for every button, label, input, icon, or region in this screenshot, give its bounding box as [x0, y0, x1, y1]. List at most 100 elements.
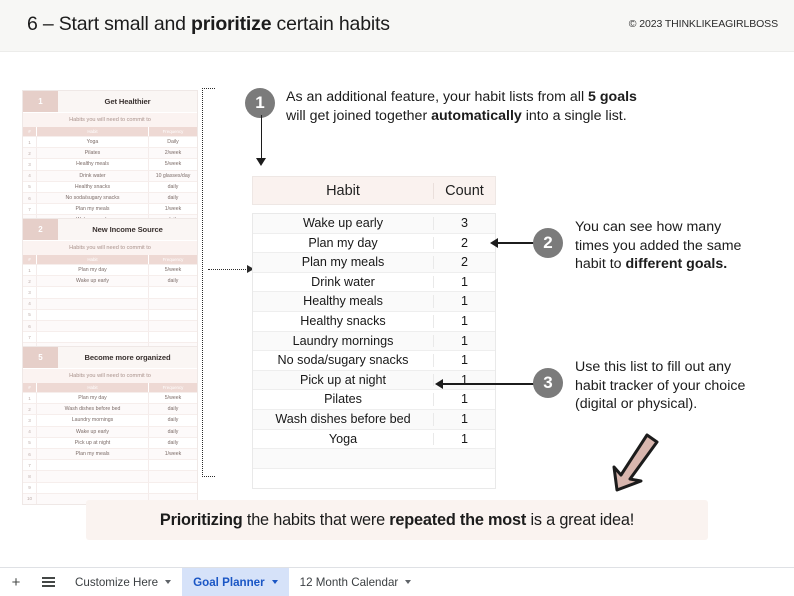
goal-habit-row[interactable]: 3 Laundry mornings daily [23, 414, 197, 426]
goal-habit-row[interactable]: 7 Plan my meals 1/week [23, 203, 197, 215]
chevron-down-icon[interactable] [271, 580, 278, 584]
goal-habit-row[interactable]: 4 Wake up early daily [23, 425, 197, 437]
goal-row-frequency: Daily [167, 139, 179, 146]
count-cell: 2 [460, 255, 468, 270]
annotation-1-line1-a: As an additional feature, your habit lis… [286, 89, 589, 105]
goal-row-habit: Plan my meals [37, 448, 149, 460]
goal-number-badge: 1 [23, 91, 58, 112]
goal-row-habit [37, 482, 149, 493]
goal-column-headers: # Habit Frequency [23, 383, 197, 392]
goal-title: Get Healthier [58, 91, 197, 112]
goal-habit-row[interactable]: 7 [23, 459, 197, 471]
annotation-2-line2: times you added the same [575, 237, 742, 254]
table-row[interactable]: Pick up at night 1 [253, 370, 495, 391]
table-row[interactable] [253, 469, 495, 489]
goal-habit-row[interactable]: 2 Pilates 2/week [23, 147, 197, 159]
goal-row-index: 1 [23, 137, 37, 148]
goal-col-habit: Habit [37, 127, 149, 136]
goal-habit-row[interactable]: 4 Drink water 10 glasses/day [23, 169, 197, 181]
table-row[interactable]: Plan my meals 2 [253, 253, 495, 273]
goal-habit-row[interactable]: 2 Wash dishes before bed daily [23, 403, 197, 415]
goal-row-index: 7 [23, 204, 37, 215]
annotation-2-arrow-icon [490, 237, 498, 248]
goal-panel-header: 2 New Income Source [23, 219, 197, 240]
chevron-down-icon[interactable] [165, 580, 172, 584]
goal-subtitle: Habits you will need to commit to [23, 240, 197, 255]
banner-bold-2: repeated the most [389, 510, 527, 529]
annotation-2-line3-b: different goals. [625, 256, 728, 273]
goal-habit-row[interactable]: 1 Plan my day 5/week [23, 392, 197, 404]
goal-title: New Income Source [58, 219, 197, 240]
habit-table-header: Habit Count [252, 176, 496, 205]
goal-habit-row[interactable]: 6 No soda/sugary snacks daily [23, 191, 197, 204]
goal-row-frequency: daily [167, 183, 179, 190]
goal-row-frequency: 5/week [164, 161, 182, 168]
banner-plain-2: is a great idea! [526, 510, 635, 529]
table-row[interactable]: Laundry mornings 1 [253, 331, 495, 352]
table-row[interactable]: Plan my day 2 [253, 234, 495, 254]
goal-row-index: 10 [23, 493, 37, 504]
goal-number-badge: 5 [23, 347, 58, 368]
goal-habit-row[interactable]: 2 Wake up early daily [23, 275, 197, 287]
goal-habit-row[interactable]: 6 Plan my meals 1/week [23, 447, 197, 460]
table-row[interactable]: Drink water 1 [253, 273, 495, 293]
count-cell: 1 [460, 431, 468, 446]
page-title-part-1: 6 – Start small and [27, 13, 191, 35]
goal-panel-3[interactable]: 5 Become more organized Habits you will … [22, 346, 198, 505]
table-row[interactable] [253, 449, 495, 469]
goal-habit-row[interactable]: 3 Healthy meals 5/week [23, 158, 197, 170]
count-cell: 1 [460, 274, 468, 289]
table-row[interactable]: Healthy meals 1 [253, 292, 495, 312]
goal-col-index: # [23, 255, 37, 264]
habit-cell: Pilates [253, 393, 434, 406]
count-cell: 3 [460, 216, 468, 230]
table-row[interactable]: Pilates 1 [253, 390, 495, 410]
table-row[interactable]: No soda/sugary snacks 1 [253, 351, 495, 371]
habit-cell: Healthy snacks [253, 315, 434, 328]
goal-habit-row[interactable]: 1 Yoga Daily [23, 136, 197, 148]
chevron-down-icon[interactable] [405, 580, 412, 584]
table-row[interactable]: Yoga 1 [253, 430, 495, 450]
habit-cell: Pick up at night [253, 374, 434, 387]
goal-row-index: 7 [23, 332, 37, 343]
goal-habit-row[interactable]: 5 Healthy snacks daily [23, 180, 197, 192]
goal-habit-row[interactable]: 6 [23, 319, 197, 332]
goal-row-index: 5 [23, 181, 37, 192]
goal-habit-row[interactable]: 7 [23, 331, 197, 343]
sheet-tab-label: Customize Here [75, 575, 159, 589]
sheet-tab-customize-here[interactable]: Customize Here [64, 568, 182, 596]
goal-row-habit [37, 287, 149, 298]
goal-habit-row[interactable]: 8 [23, 470, 197, 482]
goal-row-frequency: daily [167, 278, 179, 285]
goal-habit-row[interactable]: 9 [23, 481, 197, 493]
goal-col-index: # [23, 127, 37, 136]
grouping-bracket-arm [208, 269, 250, 270]
table-row[interactable]: Wash dishes before bed 1 [253, 409, 495, 430]
goal-habit-row[interactable]: 5 Pick up at night daily [23, 436, 197, 448]
goal-habit-row[interactable]: 5 [23, 308, 197, 320]
annotation-3-arrow-icon [435, 378, 443, 389]
goal-row-habit: Plan my day [37, 393, 149, 404]
goal-habit-row[interactable]: 4 [23, 297, 197, 309]
goal-row-habit: Yoga [37, 137, 149, 148]
goal-row-index: 1 [23, 265, 37, 276]
table-row[interactable]: Healthy snacks 1 [253, 312, 495, 332]
all-sheets-menu-icon[interactable] [32, 568, 64, 596]
goal-row-frequency: 10 glasses/day [155, 172, 191, 179]
table-row[interactable]: Wake up early 3 [253, 214, 495, 234]
add-sheet-icon[interactable]: + [0, 568, 32, 596]
sheet-tab-label: 12 Month Calendar [299, 575, 399, 589]
annotation-1-line1-b: 5 goals [588, 89, 637, 105]
habit-cell: Wake up early [253, 217, 434, 230]
goal-col-frequency: Frequency [162, 385, 184, 390]
sheet-tab-12-month-calendar[interactable]: 12 Month Calendar [289, 568, 423, 596]
goal-habit-row[interactable]: 1 Plan my day 5/week [23, 264, 197, 276]
goal-row-frequency: daily [167, 439, 179, 446]
goal-habit-row[interactable]: 3 [23, 286, 197, 298]
count-cell: 1 [460, 392, 468, 407]
annotation-1-connector [260, 115, 263, 160]
goal-subtitle: Habits you will need to commit to [23, 112, 197, 127]
sheet-tab-goal-planner[interactable]: Goal Planner [182, 567, 289, 596]
goal-row-index: 5 [23, 309, 37, 320]
goal-row-index: 6 [23, 448, 37, 460]
